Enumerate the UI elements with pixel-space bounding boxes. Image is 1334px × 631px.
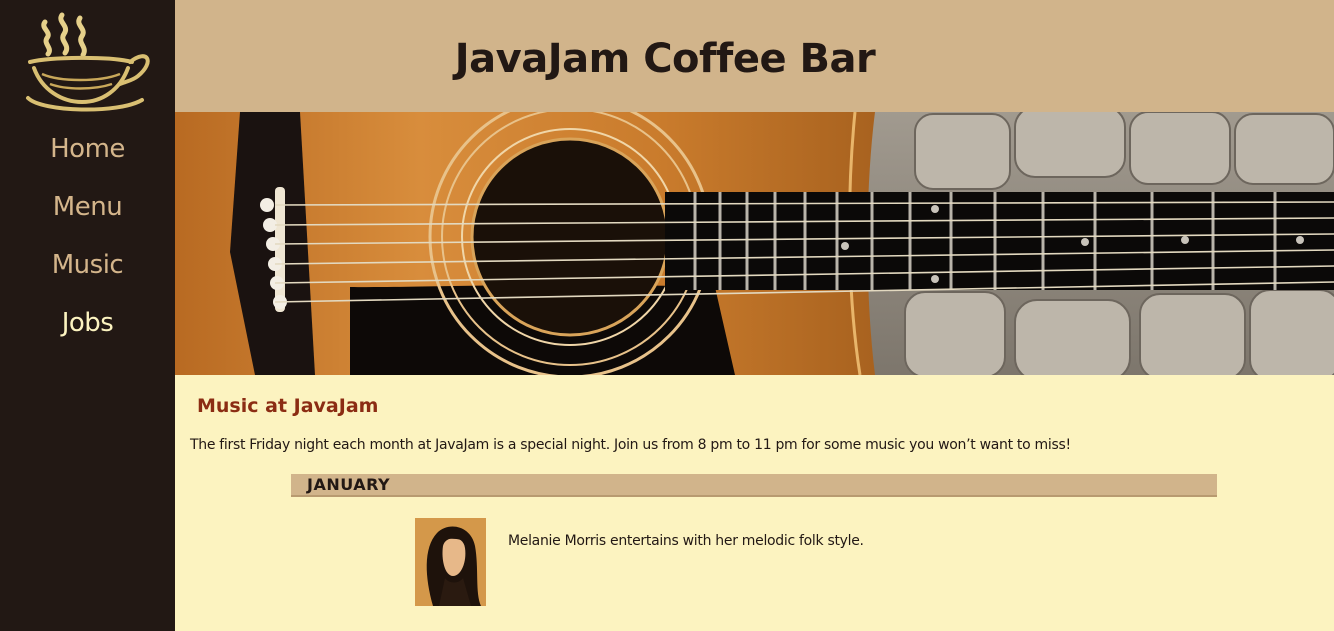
guitar-hero-image [175, 112, 1334, 375]
main-nav: Home Menu Music Jobs [0, 120, 175, 352]
performer-description: Melanie Morris entertains with her melod… [508, 533, 864, 549]
coffee-cup-logo[interactable] [20, 10, 155, 115]
performer-photo [415, 518, 486, 606]
sidebar: Home Menu Music Jobs [0, 0, 175, 631]
nav-jobs-link[interactable]: Jobs [0, 294, 175, 352]
nav-music-link[interactable]: Music [0, 236, 175, 294]
month-heading-bar: JANUARY [291, 474, 1217, 497]
nav-menu-link[interactable]: Menu [0, 178, 175, 236]
intro-text: The first Friday night each month at Jav… [190, 437, 1071, 453]
month-label: JANUARY [307, 475, 391, 494]
nav-home-link[interactable]: Home [0, 120, 175, 178]
site-header: JavaJam Coffee Bar [175, 0, 1334, 112]
section-heading: Music at JavaJam [197, 395, 379, 417]
site-title: JavaJam Coffee Bar [454, 36, 876, 82]
main-content: Music at JavaJam The first Friday night … [175, 375, 1334, 631]
